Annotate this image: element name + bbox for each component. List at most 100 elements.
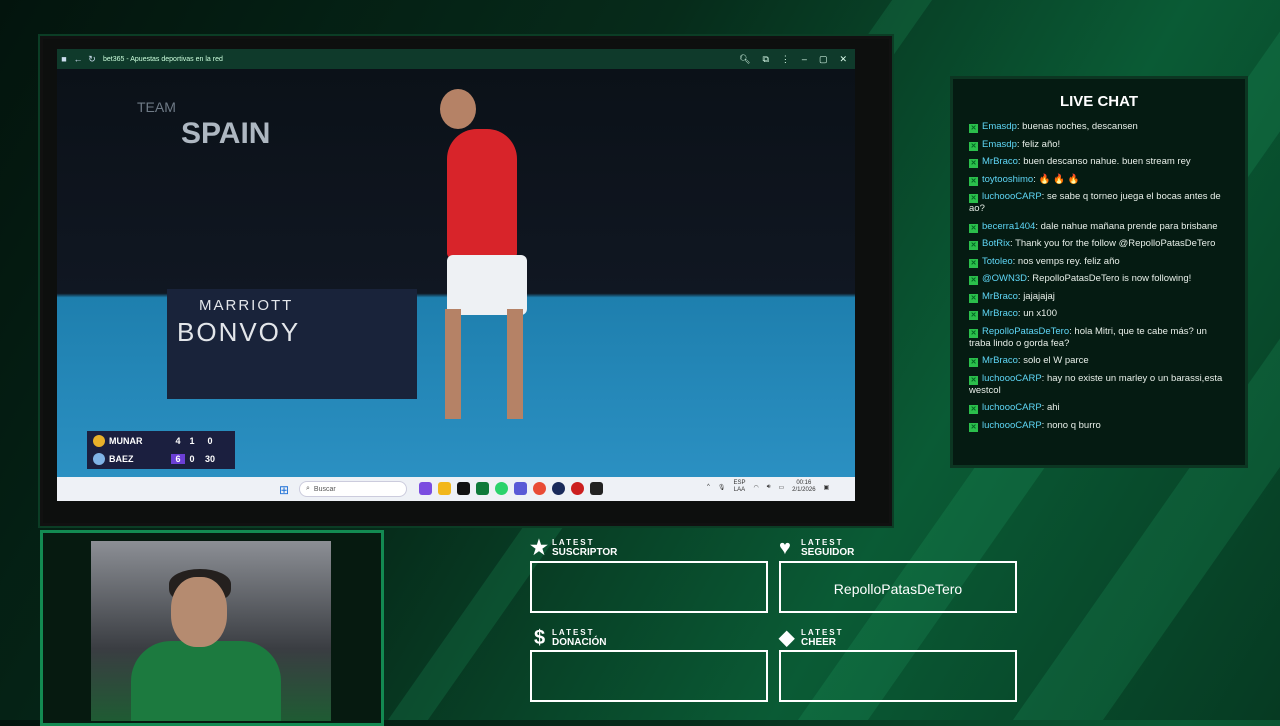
team-label-small: TEAM: [137, 99, 176, 115]
widget-small-label: LATEST: [552, 538, 595, 547]
game-points: 0: [207, 436, 213, 446]
chat-badge-icon: ✕: [969, 276, 978, 285]
taskbar-search[interactable]: ⌕ Buscar: [299, 481, 407, 497]
chat-text: nos vemps rey. feliz año: [1017, 255, 1120, 267]
app-icon: ■: [61, 54, 67, 64]
chat-username[interactable]: Totoleo: [982, 256, 1013, 267]
chat-text: buen descanso nahue. buen stream rey: [1023, 156, 1191, 167]
chat-text: un x100: [1023, 308, 1057, 319]
chat-badge-icon: ✕: [969, 311, 978, 320]
refresh-icon[interactable]: ↻: [85, 54, 99, 65]
bet365-icon[interactable]: [476, 482, 489, 495]
chat-text: 🔥 🔥 🔥: [1038, 173, 1080, 185]
language-indicator[interactable]: ESP LAA: [733, 480, 745, 494]
chat-username[interactable]: BotRix: [982, 238, 1010, 249]
widget-value: RepolloPatasDeTero: [833, 581, 963, 597]
chat-message: ✕ Totoleo: nos vemps rey. feliz año: [969, 255, 1120, 268]
flag-icon: [93, 453, 105, 465]
chat-message: ✕ @OWN3D: RepolloPatasDeTero is now follo…: [969, 273, 1192, 285]
chat-message: ✕ luchoooCARP: ahi: [969, 402, 1060, 414]
chat-username[interactable]: @OWN3D: [982, 273, 1027, 284]
search-placeholder: Buscar: [313, 485, 336, 493]
windows-start-icon[interactable]: ⊞: [279, 483, 289, 497]
close-icon[interactable]: ✕: [839, 54, 847, 65]
app-icon[interactable]: [552, 482, 565, 495]
chat-message: ✕ MrBraco: jajajajaj: [969, 290, 1055, 303]
team-label: SPAIN: [181, 117, 271, 150]
battery-icon[interactable]: ▭: [779, 484, 785, 491]
score-row: BAEZ 6 0 30: [87, 450, 235, 468]
chat-username[interactable]: MrBraco: [982, 291, 1018, 302]
chat-message: ✕ luchoooCARP: nono q burro: [969, 419, 1101, 432]
chat-text: jajajajaj: [1023, 290, 1055, 302]
chat-username[interactable]: luchoooCARP: [982, 420, 1042, 431]
chat-message: ✕ RepolloPatasDeTero: hola Mitri, que te …: [969, 325, 1207, 349]
latest-seguidor-box: RepolloPatasDeTero: [779, 561, 1017, 613]
player-shorts: [447, 255, 527, 315]
sponsor-top: MARRIOTT: [199, 297, 294, 314]
set-score: 6: [171, 454, 185, 464]
system-tray: ^ 🎙︎ ESP LAA ◠ 🔊︎ ▭ 00:16 2/1/2026 ▣: [707, 480, 829, 494]
teams-icon[interactable]: [514, 482, 527, 495]
set-score: 4: [175, 436, 181, 446]
taskbar-apps: [419, 482, 603, 495]
widget-big-label: DONACIÓN: [552, 637, 607, 648]
latest-cheer-box: [779, 650, 1017, 702]
chat-text: feliz año!: [1022, 138, 1061, 150]
chat-username[interactable]: Emasdp: [982, 139, 1017, 150]
player-head: [440, 89, 476, 129]
chat-username[interactable]: MrBraco: [982, 156, 1018, 167]
chat-username[interactable]: Emasdp: [982, 121, 1017, 132]
notification-icon[interactable]: ▣: [824, 484, 830, 491]
chat-username[interactable]: luchoooCARP: [982, 402, 1042, 413]
tiktok-icon[interactable]: [457, 482, 470, 495]
volume-icon[interactable]: 🔊︎: [767, 484, 771, 491]
video-player[interactable]: TEAM SPAIN MARRIOTT BONVOY MUNAR 4 1 0 B…: [57, 69, 855, 477]
chat-badge-icon: ✕: [969, 176, 978, 186]
player-leg: [445, 309, 461, 419]
widget-big-label: SEGUIDOR: [801, 547, 855, 558]
score-row: MUNAR 4 1 0: [87, 432, 235, 450]
diamond-icon: ◆: [779, 627, 795, 649]
chat-username[interactable]: RepolloPatasDeTero: [982, 326, 1069, 337]
clock[interactable]: 00:16 2/1/2026: [792, 480, 815, 494]
app-icon[interactable]: [571, 482, 584, 495]
chat-badge-icon: ✕: [969, 194, 978, 203]
chat-badge-icon: ✕: [969, 293, 978, 303]
chat-text: Thank you for the follow @RepolloPatasDe…: [1015, 238, 1216, 249]
chat-username[interactable]: MrBraco: [982, 355, 1018, 366]
explorer-icon[interactable]: [438, 482, 451, 495]
set-score: 1: [189, 436, 195, 446]
back-icon[interactable]: ←: [71, 54, 85, 64]
chat-message: ✕ becerra1404: dale nahue mañana prende p…: [969, 220, 1218, 233]
mic-icon[interactable]: 🎙︎: [718, 484, 726, 491]
taskbar: ⊞ ⌕ Buscar ^ 🎙︎ ESP LAA ◠ 🔊︎ ▭ 00:16 2/1…: [57, 477, 855, 501]
whatsapp-icon[interactable]: [495, 482, 508, 495]
widget-big-label: CHEER: [801, 637, 837, 648]
lang-bottom: LAA: [733, 487, 746, 493]
latest-suscriptor-box: [530, 561, 768, 613]
zoom-icon[interactable]: 🔍︎: [739, 54, 750, 65]
chat-message: ✕ BotRix: Thank you for the follow @Repol…: [969, 238, 1216, 250]
chevron-up-icon[interactable]: ^: [707, 484, 710, 490]
search-icon: ⌕: [306, 485, 310, 492]
chrome-icon[interactable]: [533, 482, 546, 495]
more-icon[interactable]: ⋮: [781, 54, 790, 65]
app-icon[interactable]: [590, 482, 603, 495]
streamer-face: [171, 577, 227, 647]
extension-icon[interactable]: ⧉: [762, 54, 768, 65]
chat-message: ✕ MrBraco: un x100: [969, 308, 1057, 320]
chat-badge-icon: ✕: [969, 223, 978, 233]
chat-badge-icon: ✕: [969, 405, 978, 414]
chat-username[interactable]: luchoooCARP: [982, 191, 1042, 202]
restore-icon[interactable]: ▢: [819, 54, 828, 65]
minimize-icon[interactable]: –: [802, 54, 807, 65]
chat-username[interactable]: toytooshimo: [982, 174, 1033, 185]
chat-username[interactable]: MrBraco: [982, 308, 1018, 319]
latest-donacion-box: [530, 650, 768, 702]
wifi-icon[interactable]: ◠: [753, 484, 758, 491]
chat-username[interactable]: luchoooCARP: [982, 373, 1042, 384]
chat-badge-icon: ✕: [969, 375, 978, 385]
copilot-icon[interactable]: [419, 482, 432, 495]
chat-username[interactable]: becerra1404: [982, 221, 1035, 232]
